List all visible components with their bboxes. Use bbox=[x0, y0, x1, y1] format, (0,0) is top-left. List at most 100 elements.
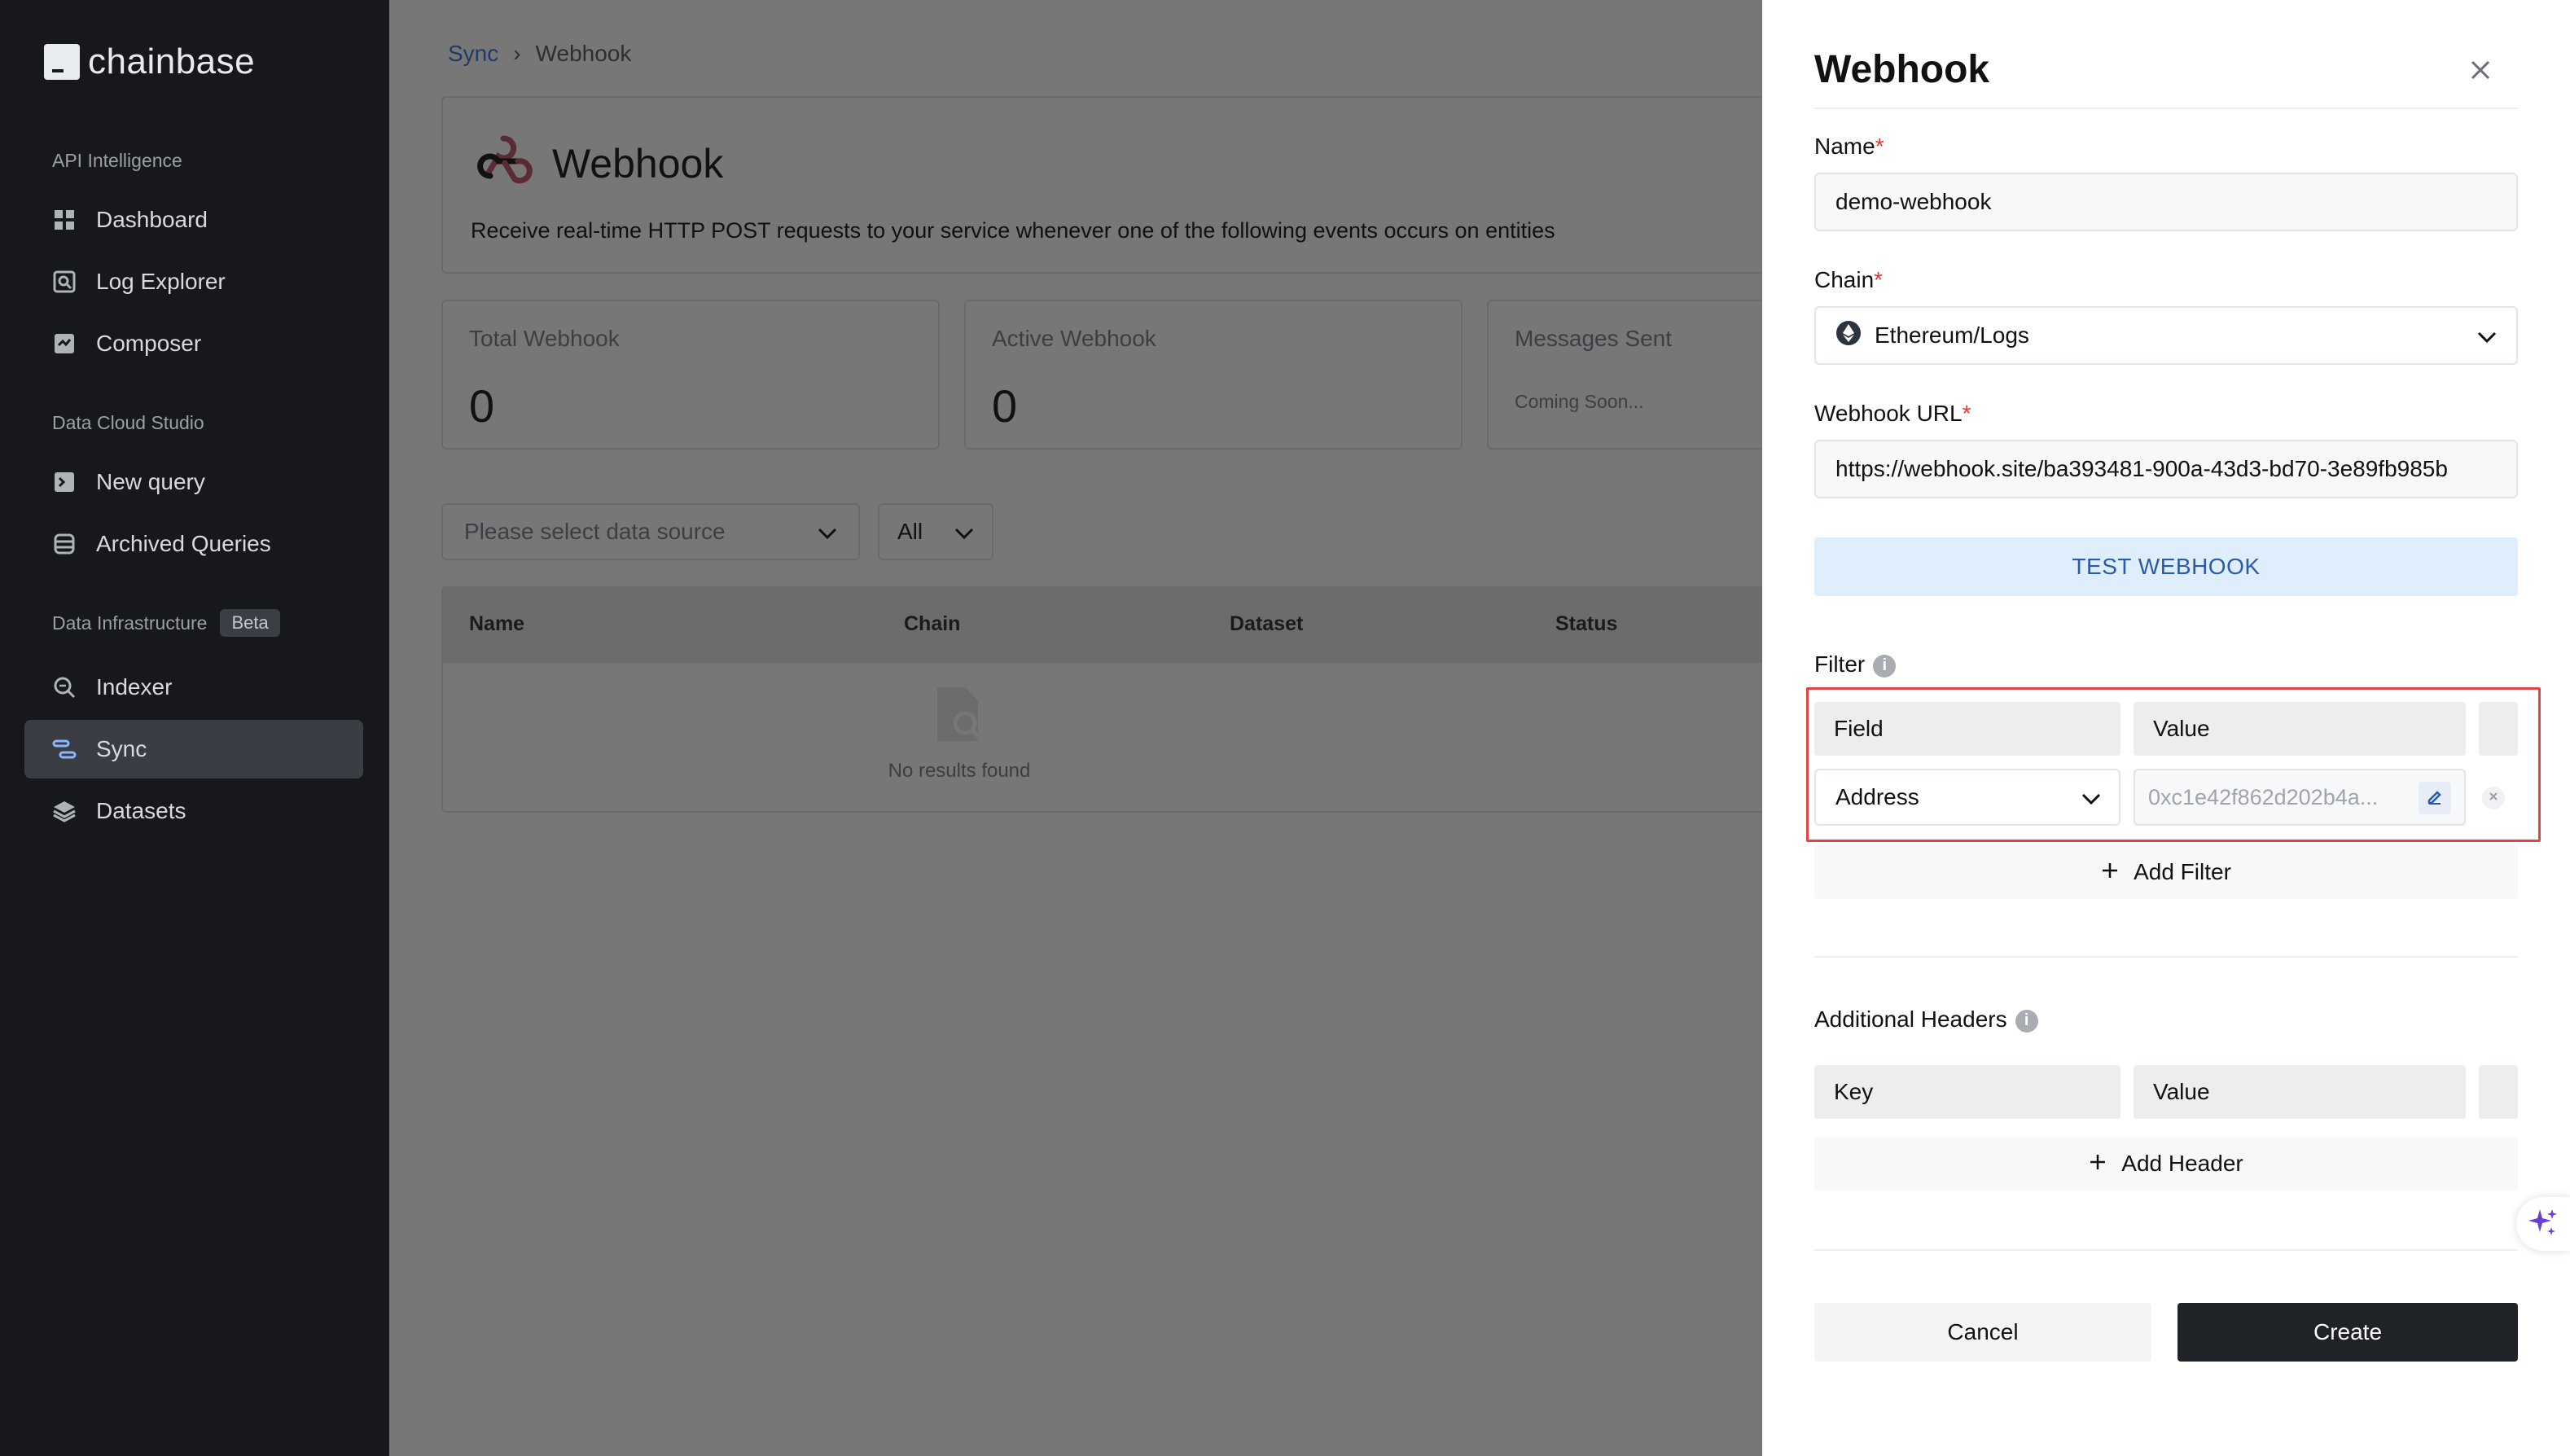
webhook-url-value: https://webhook.site/ba393481-900a-43d3-… bbox=[1835, 456, 2448, 481]
sidebar-item-archived-queries[interactable]: Archived Queries bbox=[24, 515, 363, 573]
hero-description: Receive real-time HTTP POST requests to … bbox=[471, 218, 1555, 243]
log-search-icon bbox=[52, 270, 77, 294]
required-mark: * bbox=[1874, 267, 1884, 292]
drawer-title: Webhook bbox=[1814, 48, 1990, 91]
indexer-icon bbox=[52, 675, 77, 699]
section-data-infrastructure: Data Infrastructure Beta bbox=[52, 609, 280, 637]
breadcrumb-current: Webhook bbox=[535, 41, 632, 66]
filter-field-header: Field bbox=[1814, 702, 2120, 756]
ai-assistant-button[interactable] bbox=[2516, 1197, 2570, 1251]
chevron-down-icon bbox=[818, 519, 837, 545]
logo[interactable]: chainbase bbox=[44, 42, 255, 81]
additional-headers-label: Additional Headers i bbox=[1814, 1006, 2038, 1033]
filter-field-value: Address bbox=[1835, 784, 1919, 809]
stat-card-active: Active Webhook 0 bbox=[964, 300, 1463, 450]
main-content: Sync › Webhook Webhook Receive real-time… bbox=[389, 0, 1985, 1456]
stat-label: Active Webhook bbox=[992, 326, 1156, 351]
table-header: Name Chain Dataset Status bbox=[443, 588, 1775, 663]
breadcrumb-separator: › bbox=[513, 41, 521, 66]
section-data-cloud-studio: Data Cloud Studio bbox=[52, 412, 204, 434]
webhook-table: Name Chain Dataset Status No results fou… bbox=[441, 586, 1777, 813]
column-header-status: Status bbox=[1555, 612, 1618, 635]
plus-icon bbox=[2089, 1151, 2107, 1177]
status-select[interactable]: All bbox=[878, 503, 993, 560]
chain-select-text: Ethereum/Logs bbox=[1875, 322, 2029, 348]
cancel-button[interactable]: Cancel bbox=[1814, 1303, 2151, 1362]
data-source-placeholder: Please select data source bbox=[464, 519, 726, 544]
add-filter-label: Add Filter bbox=[2134, 859, 2231, 884]
section-title: API Intelligence bbox=[52, 150, 182, 171]
filter-value-input[interactable]: 0xc1e42f862d202b4a... bbox=[2134, 769, 2466, 826]
test-webhook-button[interactable]: TEST WEBHOOK bbox=[1814, 537, 2518, 596]
chain-label: Chain* bbox=[1814, 267, 1883, 293]
close-icon bbox=[2489, 791, 2498, 805]
add-header-button[interactable]: Add Header bbox=[1814, 1137, 2518, 1191]
status-select-value: All bbox=[897, 519, 923, 544]
logo-icon bbox=[44, 44, 80, 80]
required-mark: * bbox=[1875, 134, 1884, 159]
composer-icon bbox=[52, 331, 77, 356]
filter-field-select[interactable]: Address bbox=[1814, 769, 2120, 826]
hero-title-text: Webhook bbox=[552, 141, 724, 186]
ethereum-icon bbox=[1835, 320, 1862, 352]
webhook-hero-card: Webhook Receive real-time HTTP POST requ… bbox=[441, 96, 1777, 274]
terminal-icon bbox=[52, 470, 77, 494]
remove-filter-button[interactable] bbox=[2482, 787, 2505, 809]
name-input[interactable]: demo-webhook bbox=[1814, 173, 2518, 231]
breadcrumb-sync-link[interactable]: Sync bbox=[448, 41, 498, 67]
data-source-select[interactable]: Please select data source bbox=[441, 503, 860, 560]
pencil-icon bbox=[2426, 786, 2444, 811]
name-label: Name* bbox=[1814, 134, 1884, 160]
webhook-drawer: Webhook Name* demo-webhook Chain* Ethere… bbox=[1762, 0, 2570, 1456]
close-button[interactable] bbox=[2466, 57, 2495, 86]
additional-headers-text: Additional Headers bbox=[1814, 1006, 2007, 1032]
sidebar-item-label: Sync bbox=[96, 736, 147, 761]
sidebar: chainbase API Intelligence Dashboard Log… bbox=[0, 0, 389, 1456]
info-icon[interactable]: i bbox=[1873, 654, 1897, 678]
chain-select[interactable]: Ethereum/Logs bbox=[1814, 306, 2518, 365]
empty-state-text: No results found bbox=[888, 760, 1031, 782]
close-icon bbox=[2470, 59, 2491, 85]
header-action-header bbox=[2479, 1065, 2518, 1119]
chain-label-text: Chain bbox=[1814, 267, 1875, 292]
required-mark: * bbox=[1962, 401, 1971, 426]
stat-value: 0 bbox=[992, 380, 1018, 432]
sidebar-item-log-explorer[interactable]: Log Explorer bbox=[24, 252, 363, 311]
info-icon[interactable]: i bbox=[2015, 1009, 2038, 1033]
add-filter-button[interactable]: Add Filter bbox=[1814, 845, 2518, 899]
webhook-url-label-text: Webhook URL bbox=[1814, 401, 1963, 426]
filter-label: Filter i bbox=[1814, 651, 1897, 678]
sidebar-item-datasets[interactable]: Datasets bbox=[24, 782, 363, 840]
webhook-icon bbox=[472, 130, 534, 197]
sidebar-item-label: Dashboard bbox=[96, 207, 208, 232]
archive-icon bbox=[52, 532, 77, 556]
filter-value-text: 0xc1e42f862d202b4a... bbox=[2148, 784, 2379, 809]
header-key-header: Key bbox=[1814, 1065, 2120, 1119]
empty-state: No results found bbox=[443, 686, 1476, 783]
sidebar-item-new-query[interactable]: New query bbox=[24, 453, 363, 511]
sidebar-item-label: Composer bbox=[96, 331, 202, 356]
stat-label: Total Webhook bbox=[469, 326, 620, 351]
no-results-icon bbox=[932, 687, 986, 748]
section-api-intelligence: API Intelligence bbox=[52, 150, 182, 172]
sidebar-item-label: Datasets bbox=[96, 798, 186, 823]
layers-icon bbox=[52, 799, 77, 823]
filter-value-header: Value bbox=[2134, 702, 2466, 756]
stat-value: 0 bbox=[469, 380, 495, 432]
edit-button[interactable] bbox=[2419, 782, 2451, 814]
sidebar-item-sync[interactable]: Sync bbox=[24, 720, 363, 778]
column-header-dataset: Dataset bbox=[1230, 612, 1304, 635]
grid-icon bbox=[52, 208, 77, 232]
sidebar-item-indexer[interactable]: Indexer bbox=[24, 658, 363, 717]
sidebar-item-composer[interactable]: Composer bbox=[24, 314, 363, 373]
divider bbox=[1814, 956, 2518, 958]
create-button[interactable]: Create bbox=[2177, 1303, 2518, 1362]
filter-action-header bbox=[2479, 702, 2518, 756]
sidebar-item-label: New query bbox=[96, 469, 205, 494]
sidebar-item-dashboard[interactable]: Dashboard bbox=[24, 191, 363, 249]
webhook-url-input[interactable]: https://webhook.site/ba393481-900a-43d3-… bbox=[1814, 440, 2518, 498]
column-header-chain: Chain bbox=[904, 612, 961, 635]
name-input-value: demo-webhook bbox=[1835, 189, 1992, 214]
sidebar-item-label: Indexer bbox=[96, 674, 173, 699]
stat-card-total: Total Webhook 0 bbox=[441, 300, 940, 450]
